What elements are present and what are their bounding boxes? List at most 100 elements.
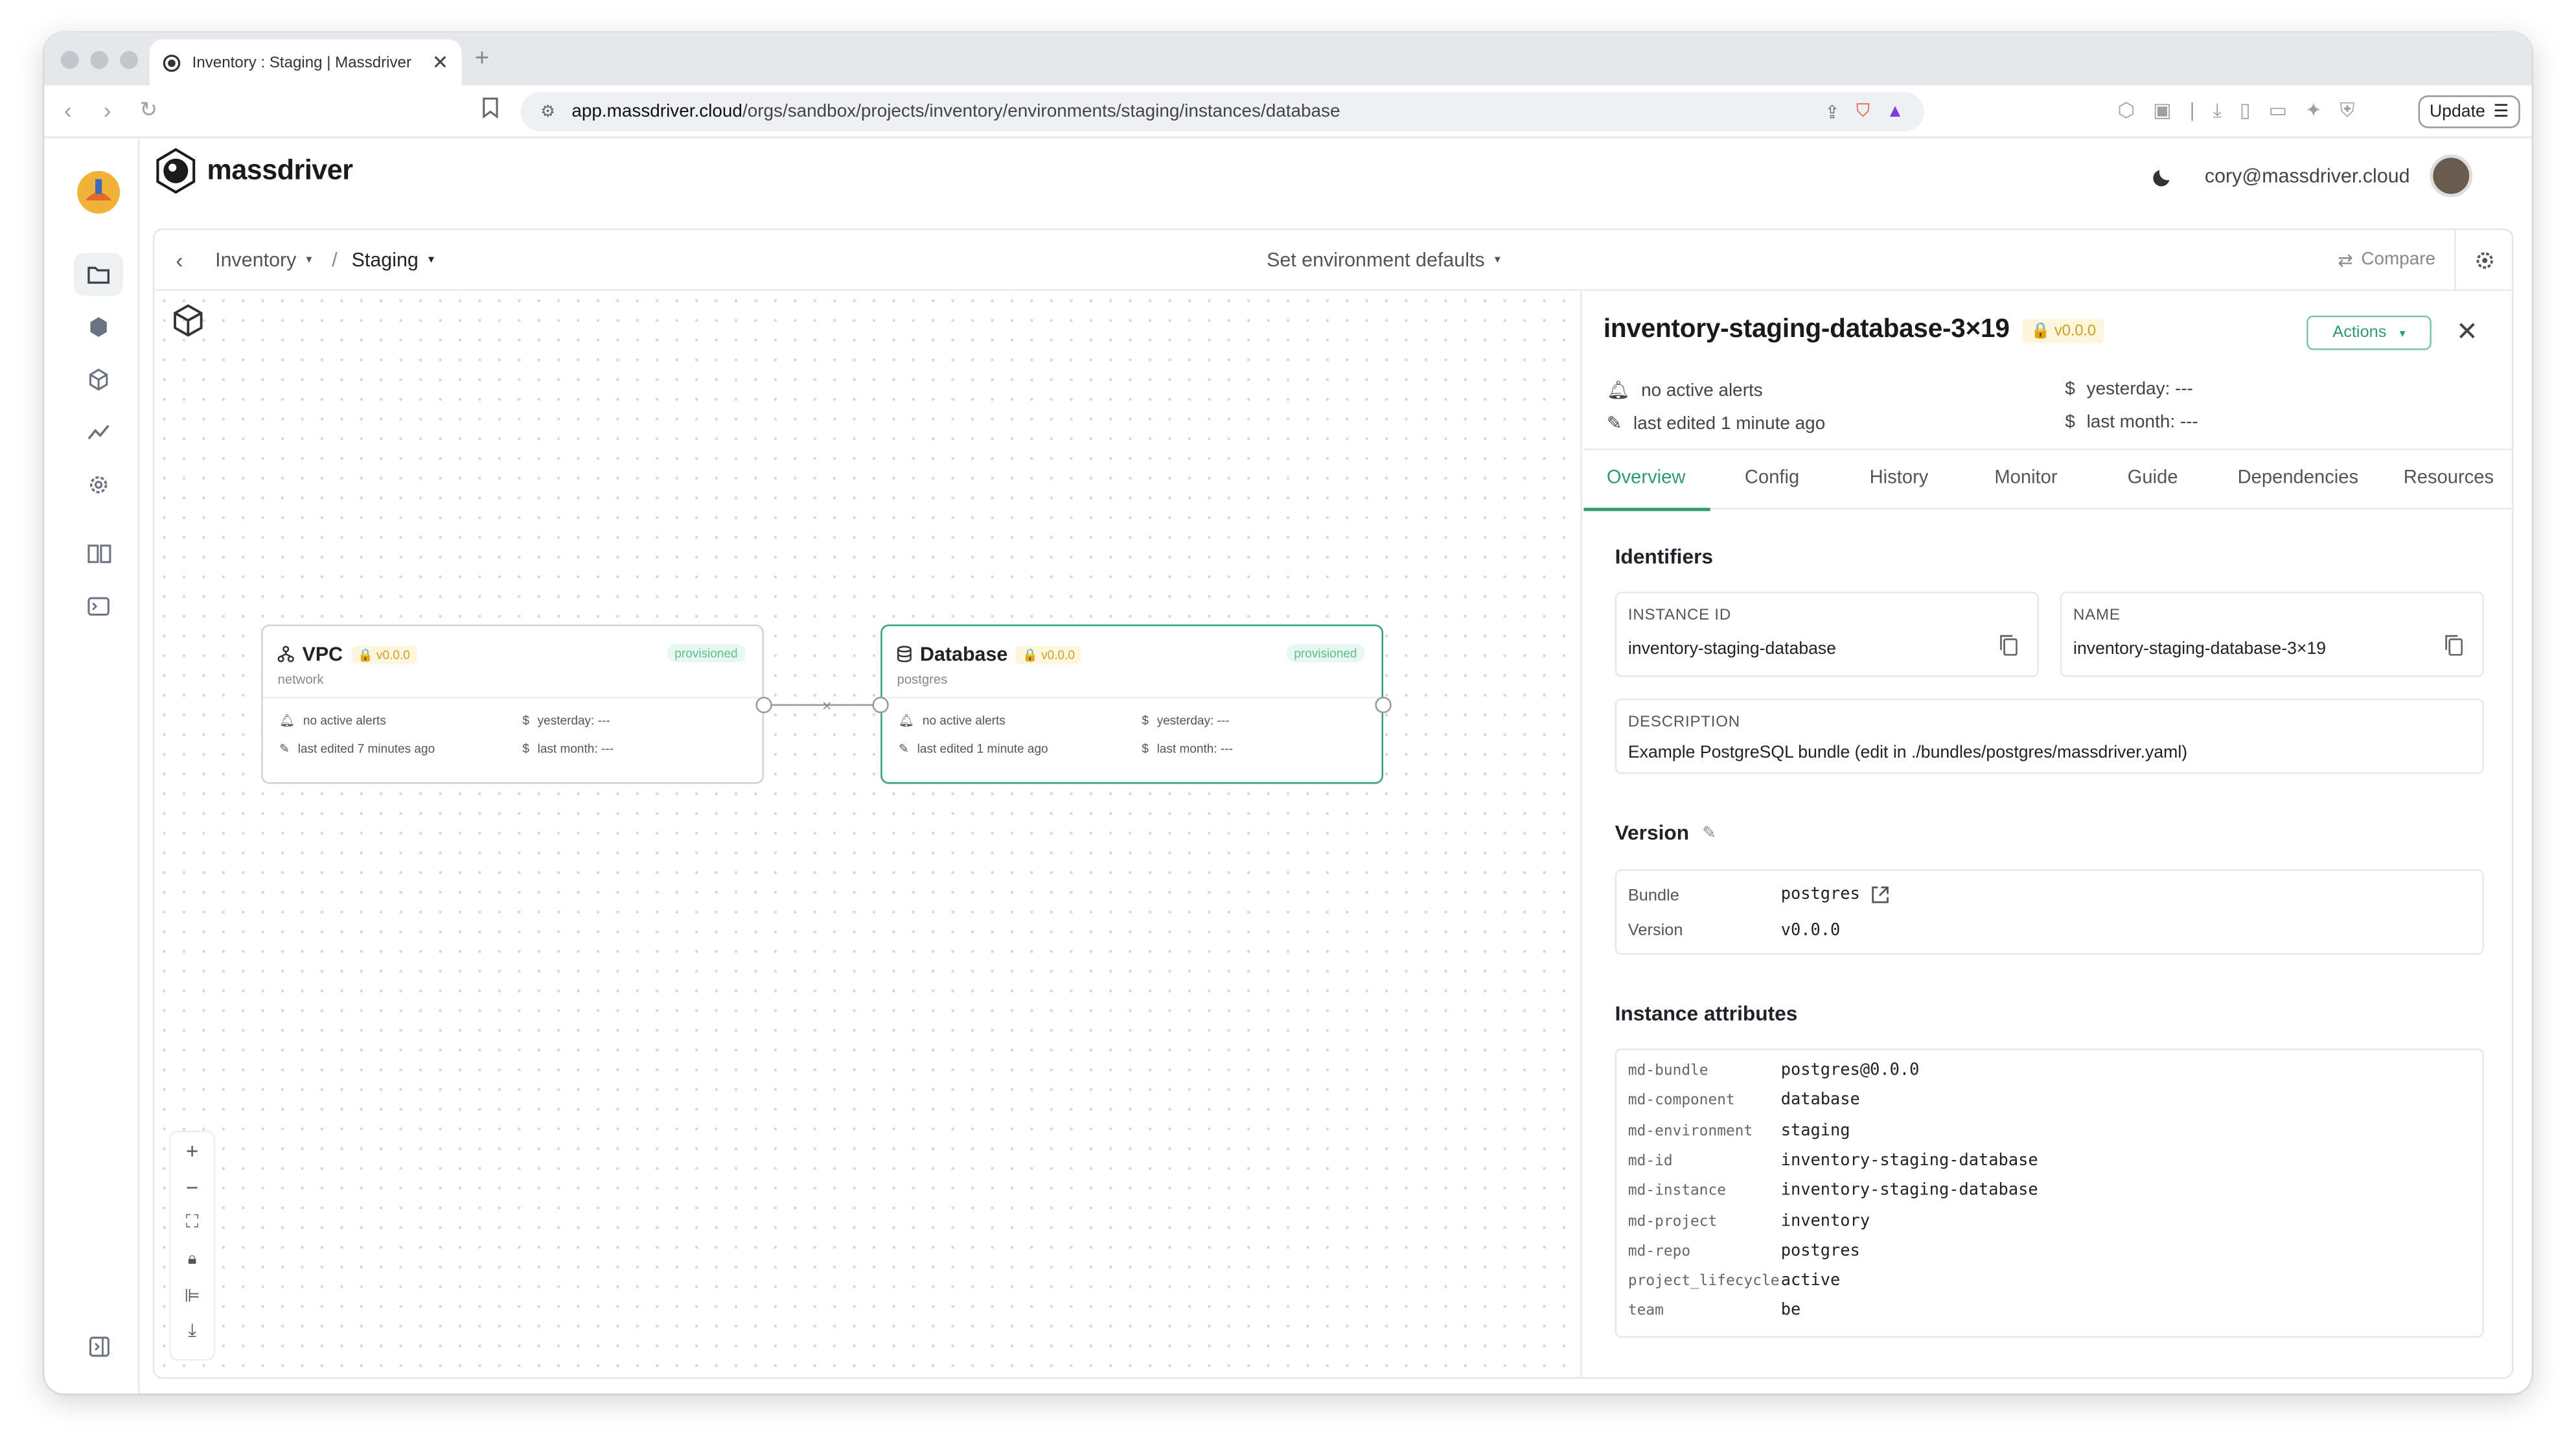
url-bar[interactable]: ⚙ app.massdriver.cloud/orgs/sandbox/proj… [520,91,1924,132]
bundle-link[interactable]: postgres [1781,886,1890,904]
fit-view-icon[interactable]: ⛶ [171,1205,214,1241]
breadcrumb-project[interactable]: Inventory ▾ [215,248,312,271]
download-image-icon[interactable]: ⤓ [171,1313,214,1349]
vpn-icon[interactable]: ⛨ [2340,99,2355,123]
database-icon [897,645,912,662]
window-zoom-dot[interactable] [120,51,138,69]
lock-icon[interactable]: 🔒︎ [171,1240,214,1277]
browser-tab-bar: Inventory : Staging | Massdriver ✕ + [44,32,2532,86]
align-icon[interactable]: ⊫ [171,1277,214,1313]
identifiers-heading: Identifiers [1615,545,1714,569]
back-chevron-icon[interactable]: ‹ [176,248,183,272]
tab-overview[interactable]: Overview [1607,469,1686,488]
favicon-icon [163,53,181,71]
attribute-key: team [1627,1303,1664,1321]
tab-config[interactable]: Config [1745,469,1799,488]
back-icon[interactable]: ‹ [64,97,72,124]
compare-label: Compare [2361,250,2436,270]
status-badge: provisioned [666,644,746,662]
zoom-out-icon[interactable]: − [171,1168,214,1205]
status-badge: provisioned [1285,644,1366,662]
attributes-card: md-bundle postgres@0.0.0 md-component datab… [1615,1048,2484,1338]
edit-pencil-icon[interactable]: ✎ [1702,824,1716,843]
sidebar-item-docs[interactable] [74,533,123,575]
attribute-value: database [1780,1091,1860,1110]
external-link-icon [1872,886,1889,903]
copy-icon[interactable] [1999,634,2018,656]
pencil-icon: ✎ [899,741,909,756]
input-port[interactable] [872,697,889,714]
browser-tab-active[interactable]: Inventory : Staging | Massdriver ✕ [149,39,462,86]
attribute-value: staging [1780,1121,1850,1140]
alerts-status: 🔔︎ no active alerts [1606,380,1763,401]
site-settings-icon[interactable]: ⚙ [540,102,555,121]
node-cost-yesterday: $ yesterday: --- [1142,713,1230,728]
ai-icon[interactable]: ✦ [2305,99,2322,123]
close-icon[interactable]: ✕ [2456,316,2478,349]
last-edited: ✎ last edited 1 minute ago [1606,413,1826,434]
sidebar-item-terminal[interactable] [74,585,123,628]
forward-icon[interactable]: › [104,97,111,124]
reload-icon[interactable]: ↻ [140,97,158,124]
environment-settings-icon[interactable] [2474,249,2496,270]
massdriver-logo[interactable]: massdriver [154,148,353,194]
dark-mode-icon[interactable] [2152,165,2175,187]
version-heading: Version ✎ [1615,822,1716,844]
rewards-icon[interactable]: ▲ [1886,102,1904,121]
sidebar-item-projects[interactable] [74,253,124,296]
breadcrumb-project-label: Inventory [215,248,297,272]
instance-title: inventory-staging-database-3×19 [1603,315,2010,343]
sidebar-item-packages[interactable] [74,358,123,401]
user-menu[interactable]: cory@massdriver.cloud [2152,154,2472,198]
update-label: Update [2429,102,2485,122]
tab-close-icon[interactable]: ✕ [432,51,449,74]
breadcrumb-environment[interactable]: Staging ▾ [352,248,434,271]
attribute-value: be [1780,1302,1801,1321]
node-title: VPC [302,642,343,666]
browser-window: Inventory : Staging | Massdriver ✕ + ‹ ›… [44,32,2532,1394]
brave-shield-icon[interactable]: ⛉ [1856,101,1870,122]
compare-button[interactable]: ⇄ Compare [2338,249,2435,270]
wallet-icon[interactable]: ▭ [2268,99,2287,123]
user-avatar[interactable] [2430,154,2472,198]
output-port[interactable] [755,697,772,714]
bookmark-icon[interactable] [481,97,500,119]
tab-history[interactable]: History [1870,469,1929,488]
zoom-in-icon[interactable]: + [171,1132,214,1168]
org-avatar[interactable] [74,168,123,217]
sidebar-item-bundles[interactable] [74,306,123,349]
attribute-value: inventory [1780,1212,1870,1230]
node-vpc[interactable]: VPC 🔒 v0.0.0 provisioned network 🔔︎ no ac… [261,624,772,784]
window-minimize-dot[interactable] [90,51,109,69]
copy-icon[interactable] [2444,634,2463,656]
package-cube-icon[interactable] [165,297,211,343]
bell-icon: 🔔︎ [899,713,915,728]
env-defaults-dropdown[interactable]: Set environment defaults ▾ [1267,248,1501,271]
tab-guide[interactable]: Guide [2128,469,2178,488]
diagram-canvas[interactable]: × VPC 🔒 v0.0.0 provisioned network 🔔︎ no … [154,290,1582,1377]
name-card: NAME inventory-staging-database-3×19 [2060,591,2484,677]
actions-button[interactable]: Actions ▾ [2306,315,2432,351]
tab-monitor[interactable]: Monitor [1994,469,2057,488]
extensions-icon[interactable]: ⬡ [2118,99,2135,123]
node-divider [882,697,1382,699]
share-icon[interactable]: ⇪ [1824,101,1839,122]
instance-id-label: INSTANCE ID [1627,606,1732,625]
node-database[interactable]: Database 🔒 v0.0.0 provisioned postgres 🔔… [872,624,1392,784]
sidebar-item-settings[interactable] [74,463,123,506]
reader-icon[interactable]: ▣ [2153,99,2172,123]
output-port[interactable] [1375,697,1392,714]
chevron-down-icon: ▾ [306,255,312,266]
new-tab-icon[interactable]: + [475,44,489,72]
tab-title: Inventory : Staging | Massdriver [192,53,411,72]
tab-resources[interactable]: Resources [2404,469,2494,488]
tab-dependencies[interactable]: Dependencies [2238,469,2358,488]
update-button[interactable]: Update ☰ [2418,95,2520,128]
window-close-dot[interactable] [60,51,79,69]
dollar-icon: $ [2065,379,2075,400]
environment-panel: ‹ Inventory ▾ / Staging ▾ Set environmen… [152,228,2514,1379]
collapse-sidebar-icon[interactable] [74,1325,123,1367]
sidebar-item-metrics[interactable] [74,411,123,454]
sidebar-icon[interactable]: ▯ [2240,99,2251,123]
download-icon[interactable]: ⤓ [2213,99,2221,123]
